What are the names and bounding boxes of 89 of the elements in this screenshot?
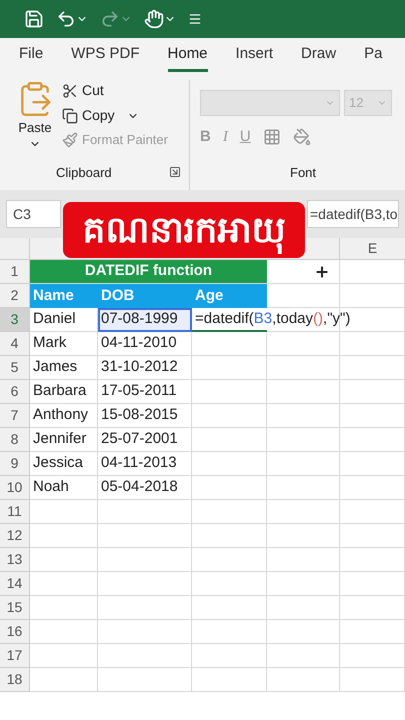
copy-icon xyxy=(62,108,78,124)
table-cell: 04-11-2010 xyxy=(98,332,192,356)
table-cell xyxy=(340,452,405,476)
table-cell xyxy=(30,572,98,596)
table-cell xyxy=(340,644,405,668)
header-cell: Name xyxy=(30,284,98,308)
borders-icon[interactable] xyxy=(262,128,281,146)
column-header[interactable]: E xyxy=(340,238,405,260)
customize-icon[interactable] xyxy=(188,12,202,26)
name-box[interactable]: C3 xyxy=(6,200,61,228)
table-cell xyxy=(340,332,405,356)
group-label: Clipboard xyxy=(56,164,112,182)
table-cell xyxy=(340,404,405,428)
table-cell xyxy=(340,500,405,524)
table-cell: 15-08-2015 xyxy=(98,404,192,428)
group-label: Font xyxy=(290,164,318,182)
row-header[interactable]: 18 xyxy=(0,668,30,692)
row-header[interactable]: 3 xyxy=(0,308,30,332)
touch-mode-icon[interactable] xyxy=(144,9,164,29)
table-cell xyxy=(30,620,98,644)
table-cell xyxy=(340,596,405,620)
dialog-launcher-icon[interactable] xyxy=(169,166,181,178)
row-header[interactable]: 7 xyxy=(0,404,30,428)
formula-field[interactable]: =datedif(B3,to xyxy=(307,200,399,228)
table-cell: Anthony xyxy=(30,404,98,428)
title-banner: គណនារកអាយុ xyxy=(63,202,305,258)
row-header[interactable]: 12 xyxy=(0,524,30,548)
row-header[interactable]: 14 xyxy=(0,572,30,596)
scissors-icon xyxy=(62,82,78,98)
paintbrush-icon xyxy=(62,132,78,148)
table-cell: Mark xyxy=(30,332,98,356)
table-cell: Jessica xyxy=(30,452,98,476)
paste-button[interactable]: Paste xyxy=(12,80,58,162)
row-header[interactable]: 13 xyxy=(0,548,30,572)
table-cell xyxy=(340,524,405,548)
table-cell xyxy=(340,620,405,644)
table-cell: James xyxy=(30,356,98,380)
row-header[interactable]: 8 xyxy=(0,428,30,452)
table-cell xyxy=(30,644,98,668)
ribbon-tab[interactable]: Draw xyxy=(301,42,336,72)
row-header[interactable]: 16 xyxy=(0,620,30,644)
table-cell xyxy=(30,596,98,620)
table-cell xyxy=(340,548,405,572)
table-cell xyxy=(30,500,98,524)
row-header[interactable]: 1 xyxy=(0,260,30,284)
save-icon[interactable] xyxy=(24,9,44,29)
cell-cursor-icon xyxy=(314,264,330,280)
header-cell: Age xyxy=(192,284,267,308)
table-cell xyxy=(30,548,98,572)
table-cell: 05-04-2018 xyxy=(98,476,192,500)
table-cell xyxy=(340,572,405,596)
fill-color-icon[interactable] xyxy=(292,128,311,146)
row-header[interactable]: 17 xyxy=(0,644,30,668)
table-cell: 04-11-2013 xyxy=(98,452,192,476)
row-header[interactable]: 2 xyxy=(0,284,30,308)
copy-button[interactable]: Copy xyxy=(62,105,168,126)
table-cell: Jennifer xyxy=(30,428,98,452)
ribbon-tab[interactable]: Pa xyxy=(364,42,382,72)
ribbon-tab[interactable]: Home xyxy=(168,42,208,72)
row-header[interactable]: 9 xyxy=(0,452,30,476)
table-cell: 31-10-2012 xyxy=(98,356,192,380)
table-cell: 25-07-2001 xyxy=(98,428,192,452)
row-header[interactable]: 4 xyxy=(0,332,30,356)
row-header[interactable]: 10 xyxy=(0,476,30,500)
table-cell: Barbara xyxy=(30,380,98,404)
table-cell: 07-08-1999 xyxy=(98,308,192,332)
table-cell xyxy=(340,284,405,308)
undo-icon[interactable] xyxy=(56,9,76,29)
ribbon-tab[interactable]: WPS PDF xyxy=(71,42,140,72)
cut-button[interactable]: Cut xyxy=(62,80,168,101)
cell-formula[interactable]: =datedif(B3,today(),"y") xyxy=(192,308,354,330)
row-header[interactable]: 15 xyxy=(0,596,30,620)
table-cell xyxy=(340,380,405,404)
table-cell: 17-05-2011 xyxy=(98,380,192,404)
table-cell: Noah xyxy=(30,476,98,500)
table-cell xyxy=(30,668,98,692)
table-cell xyxy=(340,356,405,380)
table-cell xyxy=(340,428,405,452)
header-cell: DOB xyxy=(98,284,192,308)
row-header[interactable]: 5 xyxy=(0,356,30,380)
table-cell xyxy=(30,524,98,548)
font-name-field[interactable] xyxy=(200,90,340,116)
title-cell: DATEDIF function xyxy=(30,260,267,284)
row-header[interactable]: 11 xyxy=(0,500,30,524)
ribbon-tab[interactable]: Insert xyxy=(236,42,274,72)
row-header[interactable]: 6 xyxy=(0,380,30,404)
table-cell xyxy=(340,668,405,692)
table-cell xyxy=(340,476,405,500)
ribbon-tab[interactable]: File xyxy=(19,42,44,72)
